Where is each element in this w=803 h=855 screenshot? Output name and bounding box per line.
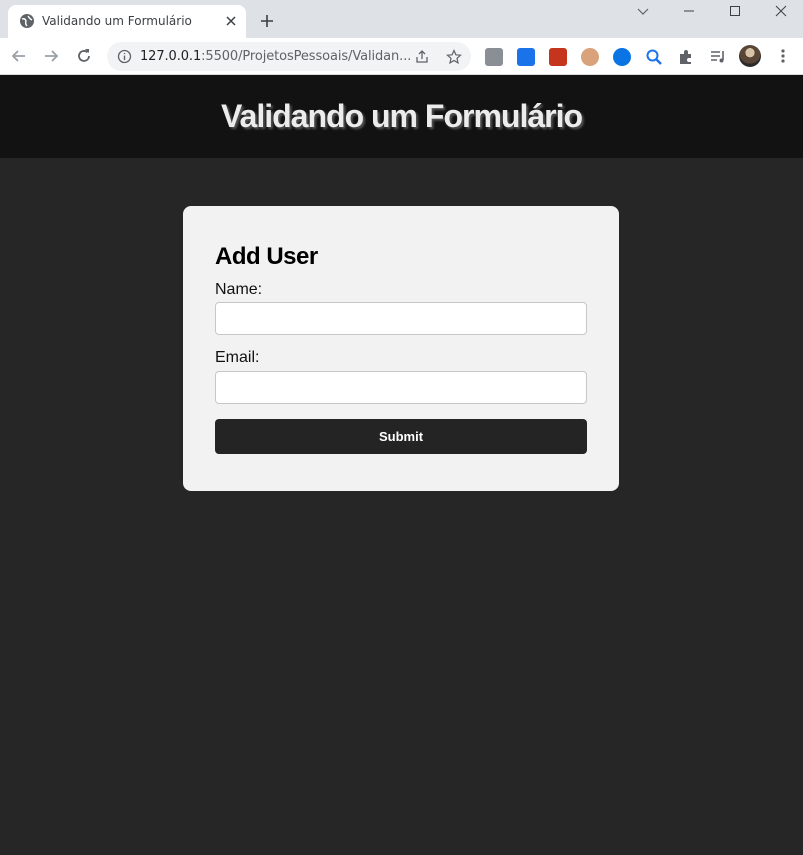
globe-icon <box>20 14 34 28</box>
name-input[interactable] <box>215 302 587 335</box>
email-input[interactable] <box>215 371 587 404</box>
minimize-icon[interactable] <box>681 3 697 19</box>
reload-icon[interactable] <box>74 46 94 66</box>
browser-toolbar: 127.0.0.1:5500/ProjetosPessoais/Validan.… <box>0 38 803 75</box>
new-tab-icon[interactable] <box>258 12 276 30</box>
url-text[interactable]: 127.0.0.1:5500/ProjetosPessoais/Validan.… <box>140 49 411 64</box>
code-extension-icon[interactable] <box>485 48 503 66</box>
address-bar[interactable]: 127.0.0.1:5500/ProjetosPessoais/Validan.… <box>107 42 471 71</box>
page-title: Validando um Formulário <box>220 98 583 134</box>
media-list-icon[interactable] <box>709 48 727 66</box>
media-player-extension-icon[interactable] <box>613 48 631 66</box>
search-extension-icon[interactable] <box>645 48 663 66</box>
bookmark-star-icon[interactable] <box>446 49 462 65</box>
site-header: Validando um Formulário <box>0 75 803 158</box>
tab-title: Validando um Formulário <box>42 14 192 28</box>
back-arrow-icon[interactable] <box>9 46 29 66</box>
close-window-icon[interactable] <box>773 3 789 19</box>
owl-extension-icon[interactable] <box>581 48 599 66</box>
name-label: Name: <box>215 281 263 298</box>
close-tab-icon[interactable] <box>223 13 239 29</box>
maximize-icon[interactable] <box>727 3 743 19</box>
forward-arrow-icon[interactable] <box>41 46 61 66</box>
profile-avatar[interactable] <box>739 45 761 67</box>
add-user-form: Add User Name: Email: Submit <box>183 206 619 491</box>
tab-strip: Validando um Formulário <box>0 0 803 38</box>
site-info-icon[interactable] <box>117 49 132 64</box>
more-options-icon[interactable] <box>775 48 791 64</box>
submit-button[interactable]: Submit <box>215 419 587 454</box>
puzzle-extensions-icon[interactable] <box>677 48 695 66</box>
url-host: 127.0.0.1 <box>140 49 202 64</box>
page-body: Validando um Formulário Add User Name: E… <box>0 75 803 855</box>
browser-tab[interactable]: Validando um Formulário <box>8 5 246 38</box>
email-label: Email: <box>215 349 260 366</box>
share-icon[interactable] <box>414 49 430 65</box>
form-heading: Add User <box>215 243 318 270</box>
video-speed-extension-icon[interactable] <box>549 48 567 66</box>
tab-search-icon[interactable] <box>635 3 651 19</box>
translate-extension-icon[interactable] <box>517 48 535 66</box>
url-path: :5500/ProjetosPessoais/Validan... <box>201 49 412 64</box>
